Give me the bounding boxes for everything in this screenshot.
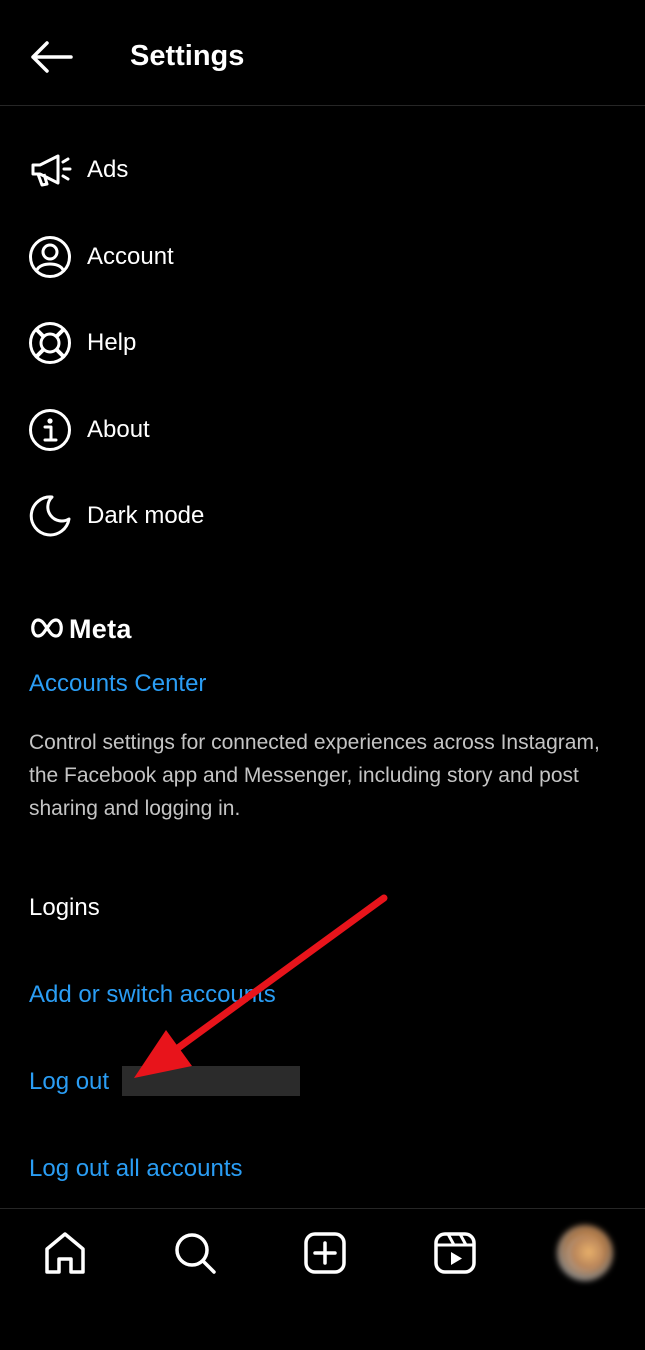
accounts-center-link[interactable]: Accounts Center — [29, 669, 206, 699]
lifebuoy-icon — [29, 322, 71, 364]
meta-infinity-icon — [31, 618, 63, 638]
home-icon — [45, 1232, 85, 1274]
back-button[interactable] — [28, 38, 74, 76]
log-out-all-link[interactable]: Log out all accounts — [29, 1154, 242, 1184]
create-post-icon — [304, 1232, 346, 1274]
bottom-nav — [0, 1208, 645, 1350]
meta-logo-text: Meta — [69, 614, 132, 644]
moon-icon — [29, 495, 71, 537]
accounts-center-description: Control settings for connected experienc… — [29, 731, 600, 820]
menu-item-label: Help — [87, 329, 137, 356]
search-icon — [175, 1233, 216, 1274]
menu-item-label: Dark mode — [87, 502, 205, 529]
menu-item-account[interactable]: Account — [0, 217, 645, 297]
menu-item-dark-mode[interactable]: Dark mode — [0, 476, 645, 556]
log-out-link[interactable]: Log out — [29, 1067, 109, 1097]
menu-item-label: Account — [87, 243, 174, 270]
nav-reels[interactable] — [431, 1229, 479, 1277]
annotation-arrow — [134, 894, 388, 1078]
info-circle-icon — [29, 409, 71, 451]
page-title: Settings — [130, 40, 245, 72]
nav-search[interactable] — [171, 1229, 219, 1277]
arrow-left-icon — [31, 41, 73, 73]
top-bar: Settings — [0, 0, 645, 106]
menu-item-about[interactable]: About — [0, 390, 645, 470]
menu-item-ads[interactable]: Ads — [0, 130, 645, 210]
logins-heading: Logins — [29, 894, 100, 921]
menu-item-label: Ads — [87, 156, 129, 183]
menu-item-help[interactable]: Help — [0, 303, 645, 383]
reels-icon — [434, 1232, 476, 1274]
menu-item-label: About — [87, 416, 150, 443]
megaphone-icon — [31, 154, 72, 187]
nav-create[interactable] — [301, 1229, 349, 1277]
nav-home[interactable] — [41, 1229, 89, 1277]
profile-avatar-image — [566, 1235, 604, 1273]
person-circle-icon — [29, 236, 71, 278]
